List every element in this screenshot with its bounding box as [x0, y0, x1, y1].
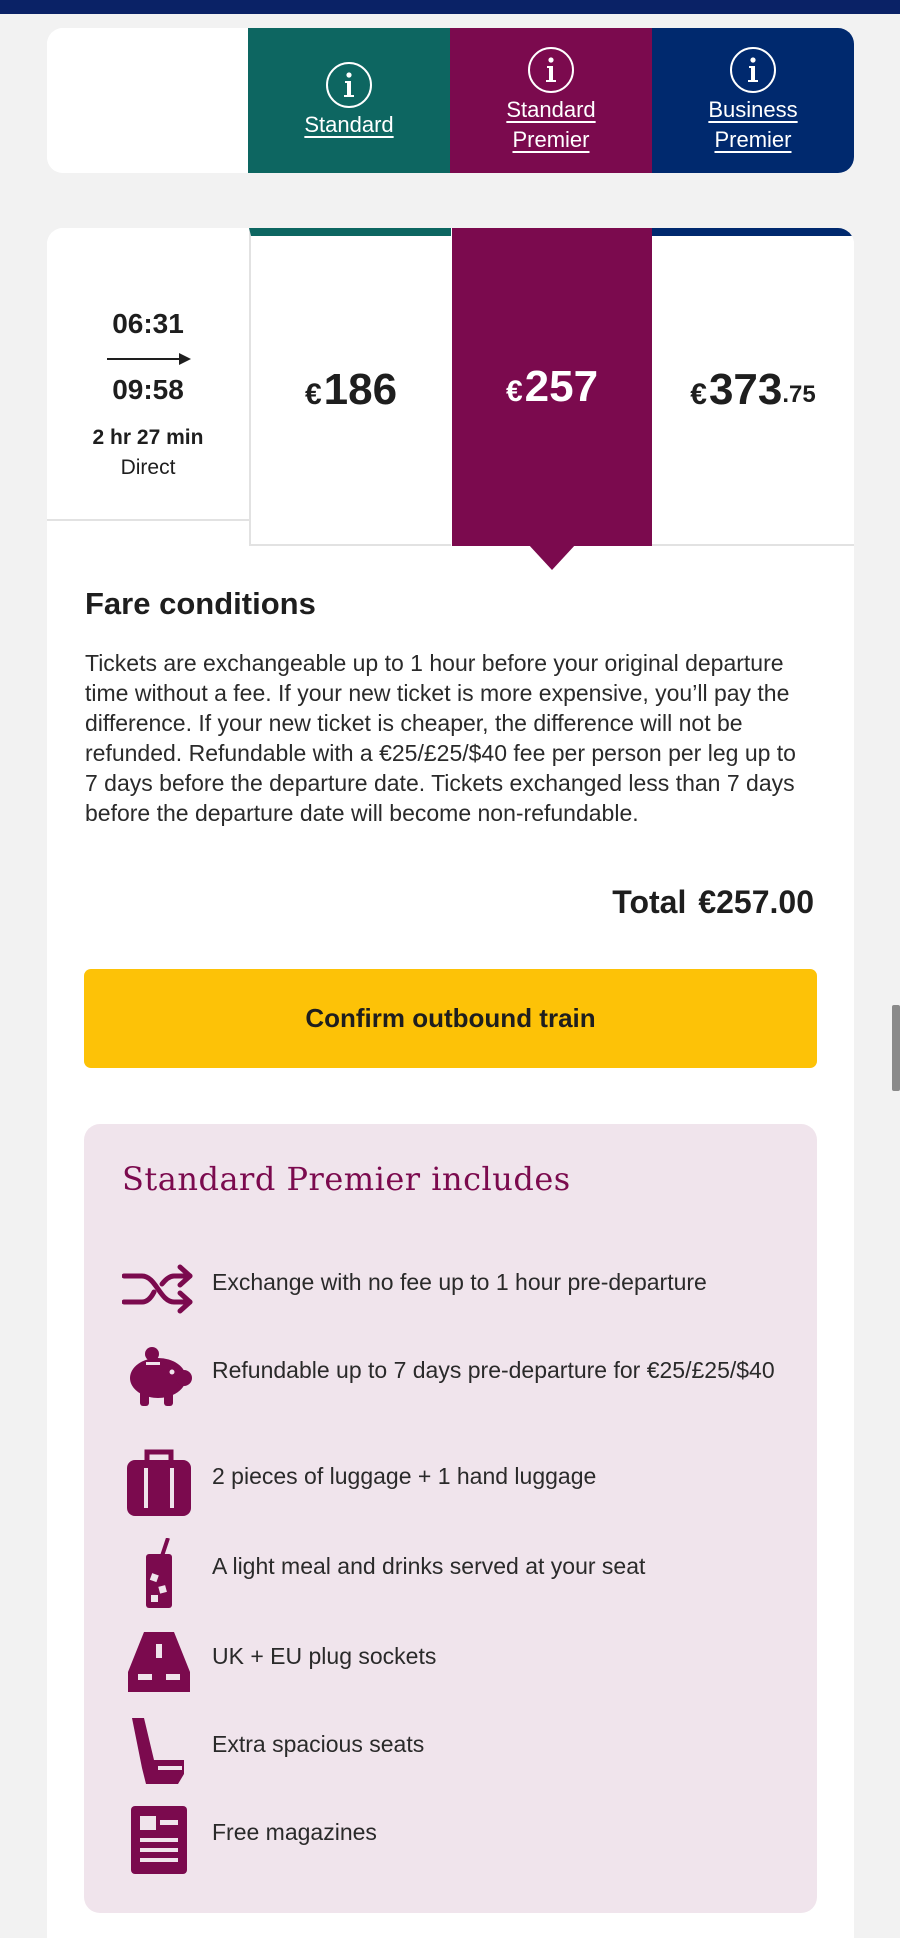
plug-socket-icon — [122, 1628, 196, 1698]
class-standard-premier-label-1: Standard — [506, 96, 596, 122]
info-icon — [326, 61, 372, 108]
class-header-spacer — [47, 28, 248, 173]
arrival-time: 09:58 — [112, 374, 184, 405]
total-label: Total — [612, 884, 687, 920]
price-business-premier[interactable]: € 373 .75 — [652, 228, 854, 546]
price-currency: € — [690, 378, 707, 411]
class-business-premier-info[interactable]: Business Premier — [652, 28, 854, 173]
price-decimals: .75 — [782, 381, 816, 408]
include-text: A light meal and drinks served at your s… — [212, 1553, 646, 1579]
include-text: Free magazines — [212, 1819, 377, 1845]
luggage-icon — [122, 1448, 196, 1518]
journey-times: 06:31 09:58 2 hr 27 min Direct — [47, 228, 249, 521]
class-business-premier-label-1: Business — [708, 96, 798, 122]
include-text: Extra spacious seats — [212, 1731, 425, 1757]
price-amount: 257 — [524, 362, 599, 411]
include-text: Exchange with no fee up to 1 hour pre-de… — [212, 1269, 707, 1295]
piggy-bank-icon — [122, 1342, 196, 1412]
selected-pointer — [528, 544, 576, 570]
include-text: UK + EU plug sockets — [212, 1643, 437, 1669]
top-bar — [0, 0, 900, 14]
include-text: Refundable up to 7 days pre-departure fo… — [212, 1357, 775, 1383]
class-includes-panel: Standard Premier includes Exchange with … — [84, 1124, 817, 1913]
exchange-arrows-icon — [122, 1254, 196, 1324]
total-value: €257.00 — [698, 884, 814, 920]
class-standard-premier-label-2: Premier — [512, 126, 590, 152]
total-price: Total €257.00 — [612, 884, 814, 921]
scrollbar-thumb[interactable] — [892, 1005, 900, 1091]
arrow-right-icon — [107, 353, 191, 365]
class-standard-info[interactable]: Standard — [248, 28, 450, 173]
price-currency: € — [505, 375, 523, 408]
confirm-outbound-button[interactable]: Confirm outbound train — [84, 969, 817, 1068]
class-header: Standard Standard Premier Business Premi… — [47, 28, 854, 173]
price-standard[interactable]: € 186 — [249, 228, 451, 546]
price-standard-premier[interactable]: € 257 — [452, 228, 652, 546]
journey-card: 06:31 09:58 2 hr 27 min Direct € 186 € 2… — [47, 228, 854, 1938]
class-business-premier-label-2: Premier — [714, 126, 792, 152]
info-icon — [528, 46, 574, 93]
include-text: 2 pieces of luggage + 1 hand luggage — [212, 1463, 597, 1489]
magazine-icon — [122, 1804, 196, 1874]
class-standard-label: Standard — [304, 111, 394, 137]
price-currency: € — [304, 378, 322, 411]
journey-type: Direct — [120, 456, 176, 479]
journey-duration: 2 hr 27 min — [92, 426, 204, 449]
includes-title: Standard Premier includes — [122, 1160, 571, 1198]
fare-conditions-text: Tickets are exchangeable up to 1 hour be… — [85, 650, 796, 826]
departure-time: 06:31 — [112, 308, 184, 339]
price-amount: 373 — [708, 365, 783, 414]
price-amount: 186 — [323, 365, 398, 414]
fare-conditions-title: Fare conditions — [85, 586, 316, 621]
seat-icon — [122, 1716, 196, 1786]
info-icon — [730, 46, 776, 93]
class-standard-premier-info[interactable]: Standard Premier — [450, 28, 652, 173]
drink-icon — [122, 1538, 196, 1608]
